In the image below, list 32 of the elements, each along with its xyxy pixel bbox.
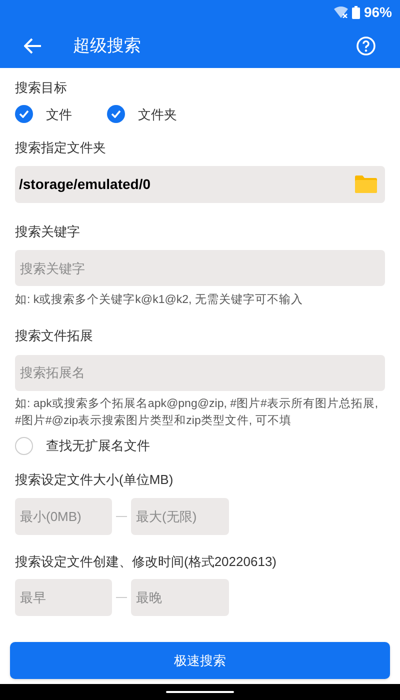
section-label: 搜索关键字: [15, 222, 81, 240]
dash: [116, 516, 127, 517]
hint-text: 如: k或搜索多个关键字k@k1@k2, 无需关键字可不输入: [15, 292, 304, 308]
unchecked-radio[interactable]: [15, 436, 33, 454]
input-field[interactable]: 最晚: [131, 579, 229, 616]
checked-checkbox[interactable]: [15, 105, 33, 124]
battery-percentage: 96%: [364, 2, 392, 22]
input-field[interactable]: 最小(0MB): [15, 498, 112, 535]
option-label: 文件夹: [138, 106, 177, 124]
checked-checkbox[interactable]: [107, 105, 125, 124]
section-label: 搜索目标: [15, 79, 68, 97]
section-label: 搜索指定文件夹: [15, 139, 107, 157]
section-label: 搜索文件拓展: [15, 327, 94, 346]
hint-text: 如: apk或搜索多个拓展名apk@png@zip, #图片#表示所有图片总拓展, #图片#@zip表示搜索图片类型和zip类型文件, 可不填: [15, 396, 380, 429]
folder-field[interactable]: /storage/emulated/0: [15, 166, 385, 202]
section-label: 搜索设定文件创建、修改时间(格式20220613): [15, 552, 278, 571]
dash: [116, 597, 127, 598]
help-icon[interactable]: [356, 36, 376, 56]
input-field[interactable]: 搜索关键字: [15, 250, 385, 286]
search-button[interactable]: 极速搜索: [10, 642, 390, 680]
input-field[interactable]: 最大(无限): [131, 498, 229, 535]
back-icon[interactable]: [24, 38, 42, 54]
input-field[interactable]: 搜索拓展名: [15, 354, 385, 391]
check-icon: [111, 110, 121, 118]
option-label: 文件: [46, 106, 72, 124]
option-label: 查找无扩展名文件: [46, 436, 150, 455]
app-title: 超级搜索: [73, 35, 142, 58]
input-field[interactable]: 最早: [15, 579, 112, 616]
check-icon: [19, 110, 29, 118]
wifi-icon: [334, 6, 348, 18]
section-label: 搜索设定文件大小(单位MB): [15, 471, 174, 490]
battery-icon: [352, 6, 360, 18]
